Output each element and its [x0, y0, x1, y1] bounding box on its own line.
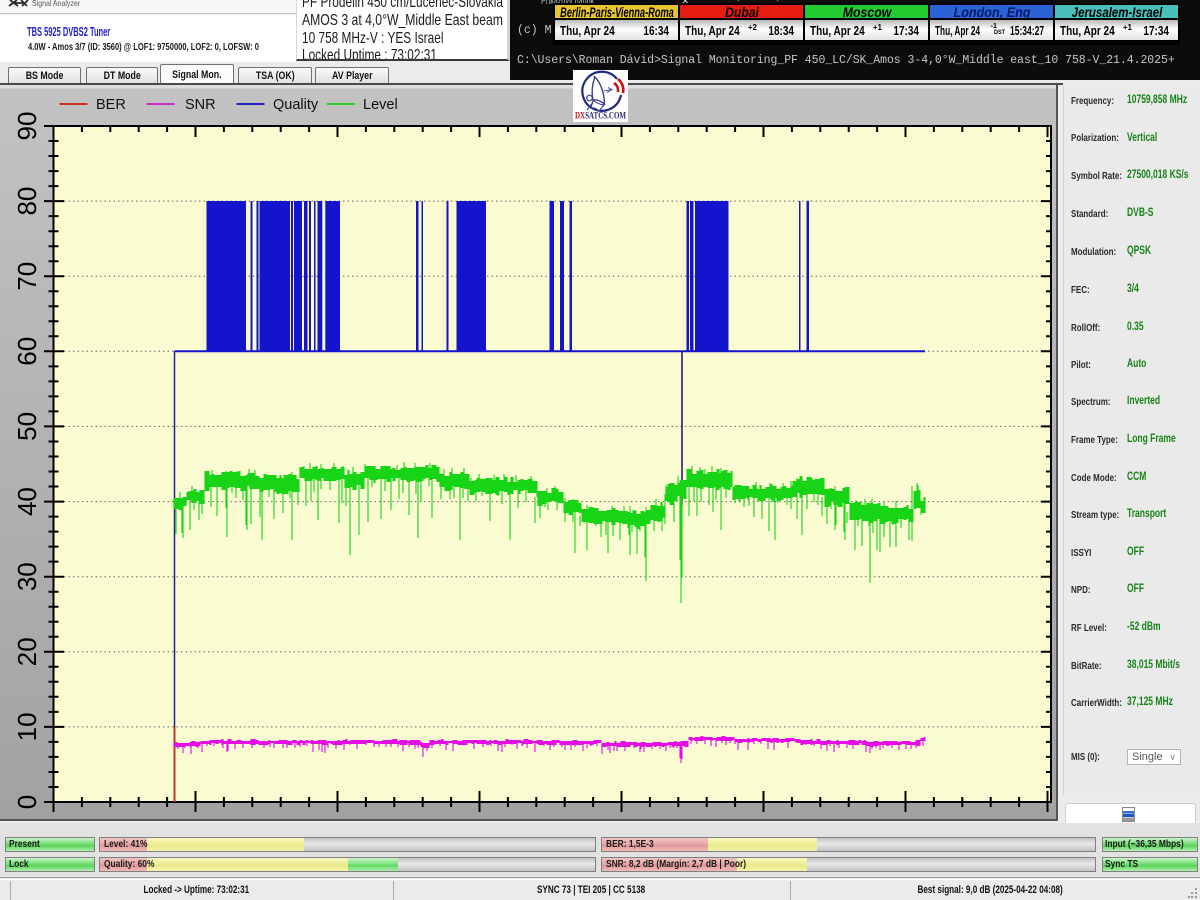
svg-text:30: 30	[12, 562, 42, 591]
svg-text:Quality: Quality	[273, 97, 319, 113]
svg-text:80: 80	[12, 187, 42, 216]
svg-text:0: 0	[12, 795, 42, 809]
svg-text:Level: Level	[363, 97, 398, 113]
svg-text:BER: BER	[96, 97, 126, 113]
svg-text:70: 70	[12, 262, 42, 291]
svg-text:DXSATCS.COM: DXSATCS.COM	[575, 111, 626, 121]
svg-text:40: 40	[12, 487, 42, 516]
svg-text:SNR: SNR	[185, 97, 216, 113]
svg-text:60: 60	[12, 337, 42, 366]
svg-text:20: 20	[12, 637, 42, 666]
svg-text:90: 90	[12, 112, 42, 141]
svg-text:50: 50	[12, 412, 42, 441]
svg-text:10: 10	[12, 712, 42, 741]
